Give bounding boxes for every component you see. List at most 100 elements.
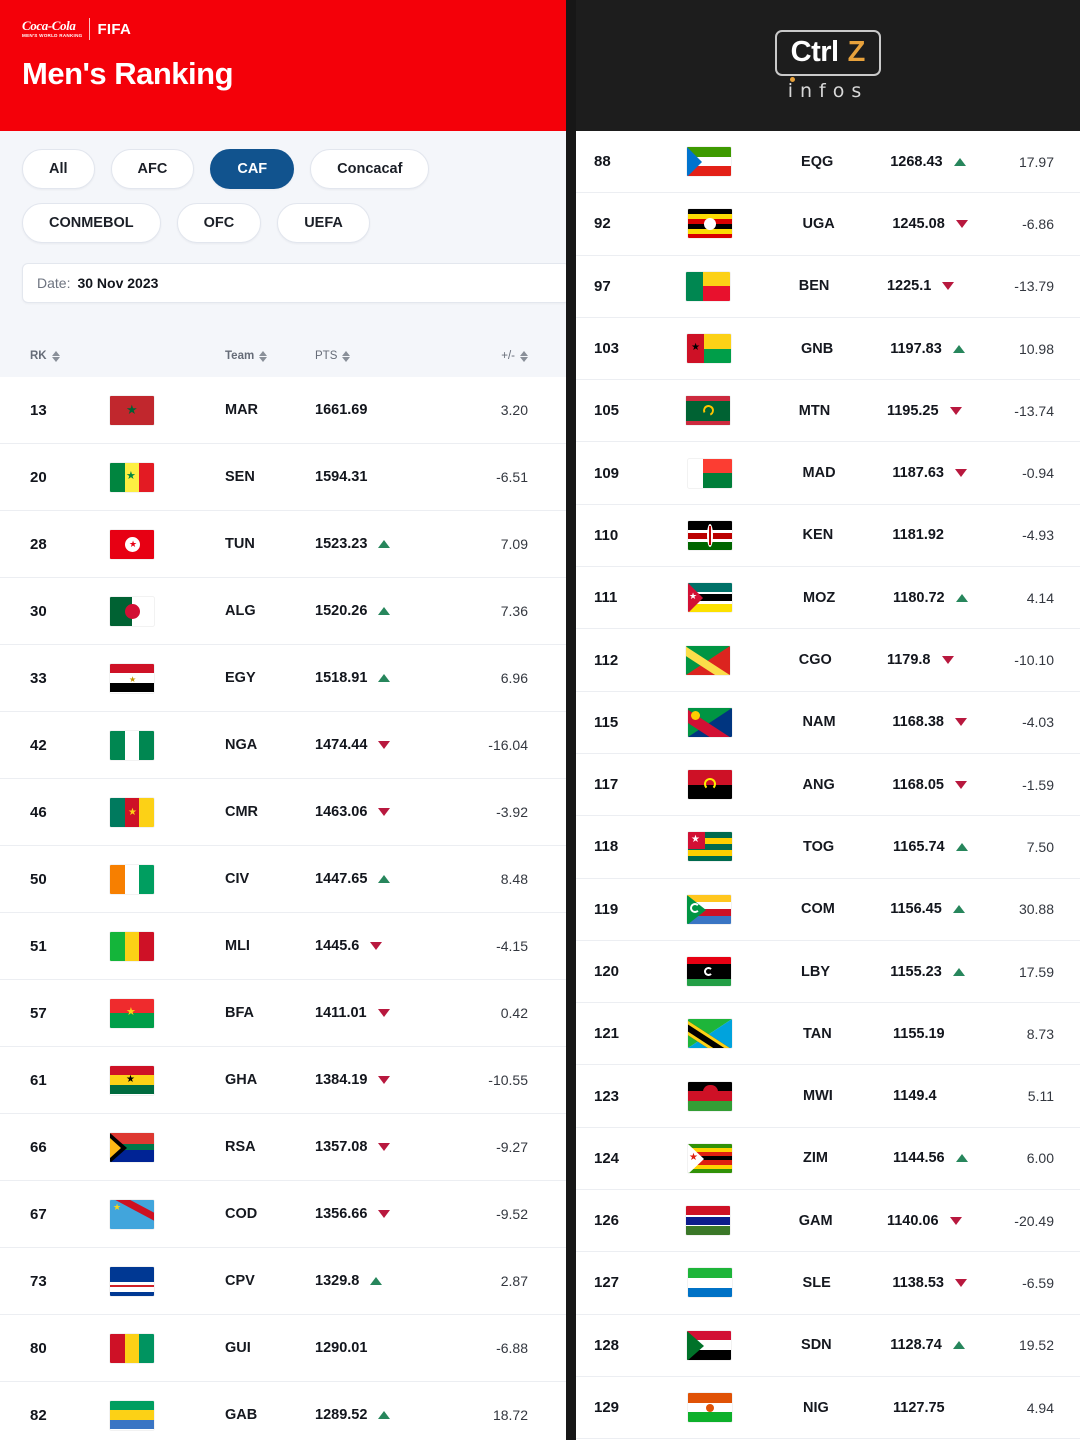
cell-flag: ★ <box>110 663 225 693</box>
cell-delta: 4.94 <box>1026 1399 1054 1416</box>
points-value: 1156.45 <box>890 901 942 918</box>
table-row[interactable]: 50 CIV 1447.65 8.48 <box>0 846 566 913</box>
table-row[interactable]: 46 ★ CMR 1463.06 -3.92 <box>0 779 566 846</box>
table-row[interactable]: 28 ★ TUN 1523.23 7.09 <box>0 511 566 578</box>
cell-delta: -9.27 <box>496 1139 528 1155</box>
cell-delta: -6.51 <box>496 469 528 485</box>
cell-delta: 18.72 <box>492 1407 528 1423</box>
table-row[interactable]: 124 ★ ZIM 1144.56 6.00 <box>576 1127 1080 1191</box>
flag-icon-nig <box>688 1393 732 1423</box>
table-row[interactable]: 119 COM 1156.45 30.88 <box>576 878 1080 941</box>
table-row[interactable]: 73 CPV 1329.8 2.87 <box>0 1248 566 1315</box>
sort-icon[interactable] <box>520 350 528 362</box>
table-row[interactable]: 112 CGO 1179.8 -10.10 <box>576 629 1080 692</box>
table-row[interactable]: 88 EQG 1268.43 17.97 <box>576 131 1080 194</box>
table-row[interactable]: 109 MAD 1187.63 -0.94 <box>576 442 1080 505</box>
cell-delta: -4.15 <box>496 938 528 954</box>
trend-up-icon <box>378 607 391 615</box>
cell-flag: ★ <box>688 1143 803 1173</box>
table-row[interactable]: 80 GUI 1290.01 -6.88 <box>0 1315 566 1382</box>
page-title: Men's Ranking <box>22 56 234 91</box>
sort-icon[interactable] <box>259 350 268 362</box>
table-row[interactable]: 13 ★ MAR 1661.69 3.20 <box>0 377 566 444</box>
sort-icon[interactable] <box>342 350 351 362</box>
table-row[interactable]: 118 ★ TOG 1165.74 7.50 <box>576 816 1080 879</box>
date-label: Date: <box>37 275 71 291</box>
table-row[interactable]: 61 ★ GHA 1384.19 -10.55 <box>0 1047 566 1114</box>
points-value: 1245.08 <box>892 215 945 232</box>
flag-icon-sdn <box>687 1330 732 1360</box>
column-header-rank[interactable]: RK <box>0 350 110 362</box>
column-header-team[interactable]: Team <box>225 350 315 362</box>
cell-points: 1474.44 <box>315 737 455 753</box>
table-row[interactable]: 51 MLI 1445.6 -4.15 <box>0 913 566 980</box>
cell-flag <box>688 1081 803 1111</box>
points-value: 1268.43 <box>890 153 943 170</box>
ranking-screenshot: Coca-Cola MEN'S WORLD RANKING FIFA Men's… <box>0 0 1080 1440</box>
table-row[interactable]: 103 ★ GNB 1197.83 10.98 <box>576 317 1080 381</box>
cell-flag <box>110 931 225 961</box>
column-header-delta[interactable]: +/- <box>455 350 566 362</box>
cell-rank: 13 <box>30 401 47 419</box>
cell-flag <box>687 147 801 177</box>
table-row[interactable]: 92 UGA 1245.08 -6.86 <box>576 193 1080 256</box>
table-row[interactable]: 82 GAB 1289.52 18.72 <box>0 1382 566 1440</box>
cell-rank: 50 <box>30 870 47 888</box>
table-row[interactable]: 117 ANG 1168.05 -1.59 <box>576 753 1080 817</box>
filter-pill-all[interactable]: All <box>22 149 95 189</box>
table-row[interactable]: 115 NAM 1168.38 -4.03 <box>576 691 1080 754</box>
filter-pill-conmebol[interactable]: CONMEBOL <box>22 203 161 243</box>
date-field[interactable]: Date: 30 Nov 2023 <box>22 263 566 303</box>
trend-up-icon <box>952 967 965 976</box>
filter-pill-uefa[interactable]: UEFA <box>277 203 370 243</box>
cell-rank: 127 <box>594 1274 620 1292</box>
cell-delta: 10.98 <box>1018 340 1055 357</box>
cell-team: GAM <box>798 1212 833 1229</box>
table-row[interactable]: 121 TAN 1155.19 8.73 <box>576 1003 1080 1066</box>
trend-up-icon <box>953 157 966 166</box>
ctrlz-z-text: Z <box>847 35 866 68</box>
table-row[interactable]: 33 ★ EGY 1518.91 6.96 <box>0 645 566 712</box>
filter-pill-afc[interactable]: AFC <box>110 149 195 189</box>
table-row[interactable]: 123 MWI 1149.4 5.11 <box>576 1065 1080 1128</box>
table-row[interactable]: 127 SLE 1138.53 -6.59 <box>576 1252 1080 1315</box>
cell-team: BEN <box>798 278 830 295</box>
table-row[interactable]: 129 NIG 1127.75 4.94 <box>576 1376 1080 1440</box>
cell-team: NIG <box>803 1399 829 1416</box>
table-row[interactable]: 30 ALG 1520.26 7.36 <box>0 578 566 645</box>
column-header-points[interactable]: PTS <box>315 350 455 362</box>
table-row[interactable]: 120 LBY 1155.23 17.59 <box>576 940 1080 1004</box>
table-row[interactable]: 126 GAM 1140.06 -20.49 <box>576 1190 1080 1253</box>
cell-flag <box>687 520 803 550</box>
table-row[interactable]: 57 ★ BFA 1411.01 0.42 <box>0 980 566 1047</box>
table-row[interactable]: 67 ★ COD 1356.66 -9.52 <box>0 1181 566 1248</box>
cell-flag: ★ <box>110 462 225 492</box>
cell-team: MOZ <box>803 589 836 606</box>
cell-rank: 129 <box>594 1399 620 1417</box>
table-row[interactable]: 110 KEN 1181.92 -4.93 <box>576 504 1080 568</box>
trend-down-icon <box>954 1278 967 1287</box>
table-row[interactable]: 66 RSA 1357.08 -9.27 <box>0 1114 566 1181</box>
filter-pill-concacaf[interactable]: Concacaf <box>310 149 430 189</box>
filter-pill-ofc[interactable]: OFC <box>176 203 262 243</box>
cell-rank: 126 <box>594 1212 620 1230</box>
filter-pill-caf[interactable]: CAF <box>210 149 295 189</box>
cell-flag: ★ <box>110 529 225 559</box>
cell-flag <box>687 707 803 737</box>
cell-points: 1661.69 <box>315 402 455 418</box>
column-header-points-label: PTS <box>315 350 338 362</box>
cell-points: 1149.4 <box>893 1088 1023 1104</box>
cell-points: 1168.38 <box>892 714 1022 730</box>
table-row[interactable]: 128 SDN 1128.74 19.52 <box>576 1314 1080 1377</box>
cell-flag: ★ <box>110 1199 225 1229</box>
ctrlz-infos-label: infos <box>787 79 869 102</box>
table-row[interactable]: 105 MTN 1195.25 -13.74 <box>576 380 1080 443</box>
flag-icon-gui <box>110 1333 154 1363</box>
table-row[interactable]: 42 NGA 1474.44 -16.04 <box>0 712 566 779</box>
table-row[interactable]: 20 ★ SEN 1594.31 -6.51 <box>0 444 566 511</box>
table-row[interactable]: 111 ★ MOZ 1180.72 4.14 <box>576 567 1080 630</box>
table-row[interactable]: 97 BEN 1225.1 -13.79 <box>576 255 1080 318</box>
ranking-table-left: RK Team PTS +/- 13 ★ MAR 1661.69 3.20 20 ★ SEN 1… <box>0 335 566 1440</box>
sort-icon[interactable] <box>51 350 60 362</box>
cell-rank: 97 <box>594 277 611 295</box>
